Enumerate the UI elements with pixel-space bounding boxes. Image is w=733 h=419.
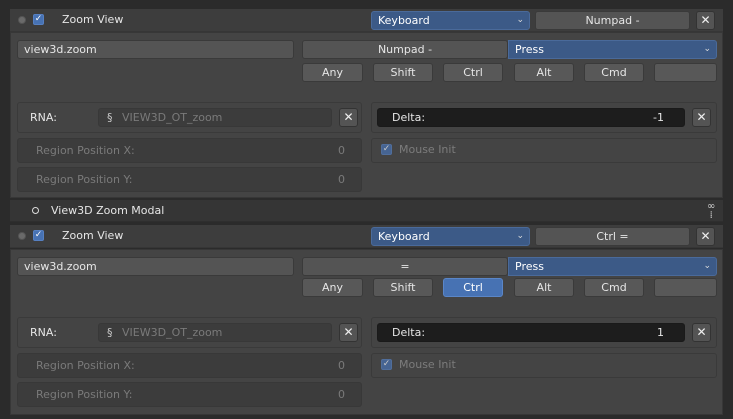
keymap-item-header-1: ✓ Zoom View Keyboard ⌄ Numpad - ✕ bbox=[10, 9, 723, 32]
event-value-dropdown[interactable]: Press ⌄ bbox=[508, 257, 717, 276]
delta-value: 1 bbox=[657, 326, 664, 339]
chevron-down-icon: ⌄ bbox=[703, 261, 711, 271]
rna-value: VIEW3D_OT_zoom bbox=[122, 326, 223, 339]
mouse-init-checkbox[interactable]: ✓ bbox=[381, 144, 392, 155]
event-value: Press bbox=[515, 260, 544, 273]
region-x-label: Region Position X: bbox=[36, 144, 135, 157]
modifier-ctrl-button[interactable]: Ctrl bbox=[443, 278, 503, 297]
close-icon[interactable]: ✕ bbox=[692, 108, 711, 127]
idname-field[interactable]: view3d.zoom bbox=[17, 40, 294, 59]
event-value-dropdown[interactable]: Press ⌄ bbox=[508, 40, 717, 59]
map-type-value: Keyboard bbox=[378, 14, 430, 27]
rna-icon: § bbox=[107, 326, 113, 339]
modifier-ctrl-button[interactable]: Ctrl bbox=[443, 63, 503, 82]
delta-label: Delta: bbox=[392, 326, 426, 339]
map-type-dropdown[interactable]: Keyboard ⌄ bbox=[371, 227, 530, 246]
chevron-down-icon: ⌄ bbox=[703, 44, 711, 54]
key-field[interactable]: = bbox=[302, 257, 508, 276]
key-capture-button[interactable]: Ctrl = bbox=[535, 227, 690, 246]
rna-value: VIEW3D_OT_zoom bbox=[122, 111, 223, 124]
item-enable-checkbox[interactable]: ✓ bbox=[33, 230, 44, 241]
rna-label: RNA: bbox=[30, 111, 57, 124]
modifier-shift-button[interactable]: Shift bbox=[373, 278, 433, 297]
region-y-value: 0 bbox=[338, 388, 345, 401]
close-icon[interactable]: ✕ bbox=[696, 11, 715, 30]
region-x-field: Region Position X: 0 bbox=[17, 353, 362, 378]
item-enable-checkbox[interactable]: ✓ bbox=[33, 14, 44, 25]
region-x-value: 0 bbox=[338, 359, 345, 372]
rna-field: § VIEW3D_OT_zoom bbox=[98, 108, 332, 127]
modifier-keymod-button[interactable] bbox=[654, 63, 717, 82]
region-x-value: 0 bbox=[338, 144, 345, 157]
key-field[interactable]: Numpad - bbox=[302, 40, 508, 59]
modifier-cmd-button[interactable]: Cmd bbox=[584, 63, 644, 82]
key-capture-button[interactable]: Numpad - bbox=[535, 11, 690, 30]
chevron-down-icon: ⌄ bbox=[516, 15, 524, 25]
map-type-dropdown[interactable]: Keyboard ⌄ bbox=[371, 11, 530, 30]
mouse-init-label: Mouse Init bbox=[399, 143, 456, 156]
map-type-value: Keyboard bbox=[378, 230, 430, 243]
delta-field[interactable]: Delta: 1 bbox=[377, 323, 685, 342]
rna-icon: § bbox=[107, 111, 113, 124]
region-y-field: Region Position Y: 0 bbox=[17, 382, 362, 407]
expand-toggle-icon[interactable] bbox=[18, 16, 26, 24]
modifier-cmd-button[interactable]: Cmd bbox=[584, 278, 644, 297]
region-y-label: Region Position Y: bbox=[36, 388, 133, 401]
region-y-field: Region Position Y: 0 bbox=[17, 167, 362, 192]
modifier-keymod-button[interactable] bbox=[654, 278, 717, 297]
section-title: View3D Zoom Modal bbox=[51, 204, 165, 217]
close-icon[interactable]: ✕ bbox=[339, 108, 358, 127]
modifier-shift-button[interactable]: Shift bbox=[373, 63, 433, 82]
item-title: Zoom View bbox=[62, 229, 124, 242]
region-y-label: Region Position Y: bbox=[36, 173, 133, 186]
modifier-alt-button[interactable]: Alt bbox=[514, 278, 574, 297]
region-x-label: Region Position X: bbox=[36, 359, 135, 372]
mouse-init-checkbox[interactable]: ✓ bbox=[381, 359, 392, 370]
keymap-item-header-2: ✓ Zoom View Keyboard ⌄ Ctrl = ✕ bbox=[10, 225, 723, 248]
close-icon[interactable]: ✕ bbox=[339, 323, 358, 342]
event-value: Press bbox=[515, 43, 544, 56]
idname-field[interactable]: view3d.zoom bbox=[17, 257, 294, 276]
delta-field[interactable]: Delta: -1 bbox=[377, 108, 685, 127]
mouse-init-label: Mouse Init bbox=[399, 358, 456, 371]
rna-label: RNA: bbox=[30, 326, 57, 339]
expand-toggle-icon[interactable] bbox=[18, 232, 26, 240]
delta-value: -1 bbox=[653, 111, 664, 124]
item-title: Zoom View bbox=[62, 13, 124, 26]
region-y-value: 0 bbox=[338, 173, 345, 186]
chevron-down-icon: ⌄ bbox=[516, 231, 524, 241]
modifier-any-button[interactable]: Any bbox=[302, 278, 363, 297]
modifier-any-button[interactable]: Any bbox=[302, 63, 363, 82]
modifier-alt-button[interactable]: Alt bbox=[514, 63, 574, 82]
close-icon[interactable]: ✕ bbox=[696, 227, 715, 246]
delta-label: Delta: bbox=[392, 111, 426, 124]
close-icon[interactable]: ✕ bbox=[692, 323, 711, 342]
drag-handle-icon[interactable]: ∞ ⁞ bbox=[707, 202, 715, 221]
collapse-toggle-icon[interactable] bbox=[32, 207, 39, 214]
section-header[interactable]: View3D Zoom Modal ∞ ⁞ bbox=[10, 200, 723, 222]
region-x-field: Region Position X: 0 bbox=[17, 138, 362, 163]
rna-field: § VIEW3D_OT_zoom bbox=[98, 323, 332, 342]
